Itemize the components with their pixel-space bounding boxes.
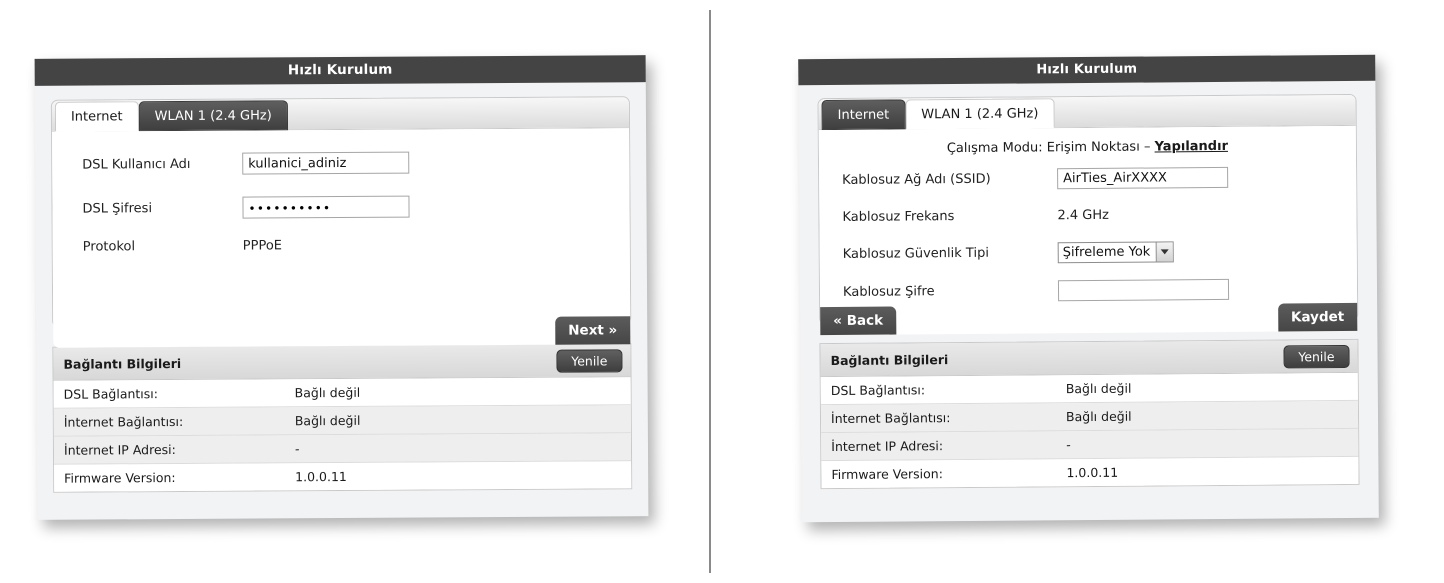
connection-info-box: Bağlantı Bilgileri Yenile DSL Bağlantısı… bbox=[52, 343, 633, 493]
row-key: Firmware Version: bbox=[64, 470, 176, 486]
row-key: İnternet IP Adresi: bbox=[831, 438, 944, 455]
quick-setup-card-internet: Hızlı Kurulum Internet WLAN 1 (2.4 GHz) … bbox=[34, 55, 649, 520]
row-value: Bağlı değil bbox=[1065, 380, 1132, 397]
ssid-input[interactable] bbox=[1057, 166, 1229, 190]
security-type-select[interactable]: Şifreleme Yok bbox=[1057, 241, 1174, 264]
security-type-selected-value: Şifreleme Yok bbox=[1062, 244, 1151, 261]
form-row-frequency: Kablosuz Frekans 2.4 GHz bbox=[842, 206, 1356, 225]
tab-strip: Internet WLAN 1 (2.4 GHz) bbox=[818, 94, 1356, 131]
operating-mode-text: Çalışma Modu: Erişim Noktası – bbox=[946, 139, 1155, 157]
form-row-protocol: Protokol PPPoE bbox=[83, 236, 630, 254]
connection-info-header: Bağlantı Bilgileri Yenile bbox=[820, 339, 1358, 378]
frequency-label: Kablosuz Frekans bbox=[842, 209, 955, 225]
form-row-security-type: Kablosuz Güvenlik Tipi Şifreleme Yok bbox=[843, 240, 1357, 265]
row-value: - bbox=[294, 441, 300, 457]
table-row: İnternet IP Adresi: - bbox=[53, 433, 632, 465]
row-key: İnternet Bağlantısı: bbox=[63, 413, 184, 430]
card-body: Internet WLAN 1 (2.4 GHz) Çalışma Modu: … bbox=[798, 81, 1378, 506]
connection-info-title: Bağlantı Bilgileri bbox=[830, 351, 949, 368]
table-row: İnternet IP Adresi: - bbox=[821, 428, 1359, 462]
dsl-username-input[interactable] bbox=[242, 151, 410, 175]
table-row: İnternet Bağlantısı: Bağlı değil bbox=[53, 405, 631, 437]
row-key: DSL Bağlantısı: bbox=[830, 382, 926, 399]
wireless-password-input[interactable] bbox=[1057, 278, 1230, 302]
row-value: Bağlı değil bbox=[294, 412, 361, 429]
save-button[interactable]: Kaydet bbox=[1277, 302, 1358, 332]
connection-info-header: Bağlantı Bilgileri Yenile bbox=[53, 344, 631, 381]
form-row-dsl-password: DSL Şifresi •••••••••• bbox=[82, 194, 629, 219]
back-button[interactable]: « Back bbox=[820, 306, 897, 336]
chevron-down-icon[interactable] bbox=[1155, 242, 1173, 262]
row-key: İnternet IP Adresi: bbox=[63, 442, 176, 458]
row-key: İnternet Bağlantısı: bbox=[830, 410, 951, 427]
row-value: - bbox=[1066, 437, 1071, 453]
row-value: Bağlı değil bbox=[294, 384, 361, 401]
security-type-label: Kablosuz Güvenlik Tipi bbox=[842, 245, 989, 262]
dsl-password-input[interactable]: •••••••••• bbox=[242, 195, 410, 219]
row-value: Bağlı değil bbox=[1065, 408, 1132, 425]
protocol-label: Protokol bbox=[82, 239, 136, 255]
panel-divider bbox=[709, 10, 711, 573]
table-row: Firmware Version: 1.0.0.11 bbox=[54, 461, 632, 492]
tab-wlan1[interactable]: WLAN 1 (2.4 GHz) bbox=[905, 98, 1055, 130]
tab-panel: Internet WLAN 1 (2.4 GHz) Çalışma Modu: … bbox=[817, 93, 1359, 336]
table-row: DSL Bağlantısı: Bağlı değil bbox=[53, 377, 631, 409]
connection-info-box: Bağlantı Bilgileri Yenile DSL Bağlantısı… bbox=[819, 338, 1360, 490]
dsl-password-label: DSL Şifresi bbox=[82, 200, 153, 217]
table-row: Firmware Version: 1.0.0.11 bbox=[821, 456, 1359, 489]
protocol-value: PPPoE bbox=[242, 238, 283, 254]
form-row-dsl-username: DSL Kullanıcı Adı bbox=[82, 150, 629, 175]
card-body: Internet WLAN 1 (2.4 GHz) DSL Kullanıcı … bbox=[35, 82, 649, 509]
card-header-title: Hızlı Kurulum bbox=[34, 55, 646, 86]
ssid-label: Kablosuz Ağ Adı (SSID) bbox=[842, 171, 991, 188]
tab-content-wlan: Çalışma Modu: Erişim Noktası – Yapılandı… bbox=[818, 125, 1358, 336]
wireless-password-label: Kablosuz Şifre bbox=[842, 284, 935, 300]
quick-setup-card-wlan: Hızlı Kurulum Internet WLAN 1 (2.4 GHz) … bbox=[798, 54, 1379, 523]
frequency-value: 2.4 GHz bbox=[1057, 207, 1109, 224]
password-masked-value: •••••••••• bbox=[248, 201, 332, 216]
tab-wlan1[interactable]: WLAN 1 (2.4 GHz) bbox=[138, 100, 288, 132]
form-row-wireless-password: Kablosuz Şifre bbox=[843, 278, 1357, 303]
form-row-ssid: Kablosuz Ağ Adı (SSID) bbox=[842, 166, 1356, 191]
tab-panel: Internet WLAN 1 (2.4 GHz) DSL Kullanıcı … bbox=[50, 96, 632, 348]
operating-mode-line: Çalışma Modu: Erişim Noktası – Yapılandı… bbox=[819, 138, 1356, 157]
dsl-username-label: DSL Kullanıcı Adı bbox=[82, 156, 191, 173]
configure-link[interactable]: Yapılandır bbox=[1154, 139, 1228, 155]
tab-strip: Internet WLAN 1 (2.4 GHz) bbox=[51, 97, 630, 132]
row-value: 1.0.0.11 bbox=[1066, 464, 1119, 481]
table-row: DSL Bağlantısı: Bağlı değil bbox=[820, 372, 1358, 406]
row-key: Firmware Version: bbox=[831, 466, 943, 483]
tab-internet[interactable]: Internet bbox=[54, 101, 139, 132]
tab-internet[interactable]: Internet bbox=[821, 99, 906, 131]
tab-content-internet: DSL Kullanıcı Adı DSL Şifresi ••••••••••… bbox=[52, 128, 631, 348]
refresh-button[interactable]: Yenile bbox=[556, 348, 623, 373]
refresh-button[interactable]: Yenile bbox=[1283, 344, 1350, 368]
row-value: 1.0.0.11 bbox=[295, 468, 347, 485]
row-key: DSL Bağlantısı: bbox=[63, 386, 158, 402]
next-button[interactable]: Next » bbox=[555, 316, 631, 345]
table-row: İnternet Bağlantısı: Bağlı değil bbox=[820, 400, 1359, 434]
connection-info-title: Bağlantı Bilgileri bbox=[63, 355, 182, 372]
